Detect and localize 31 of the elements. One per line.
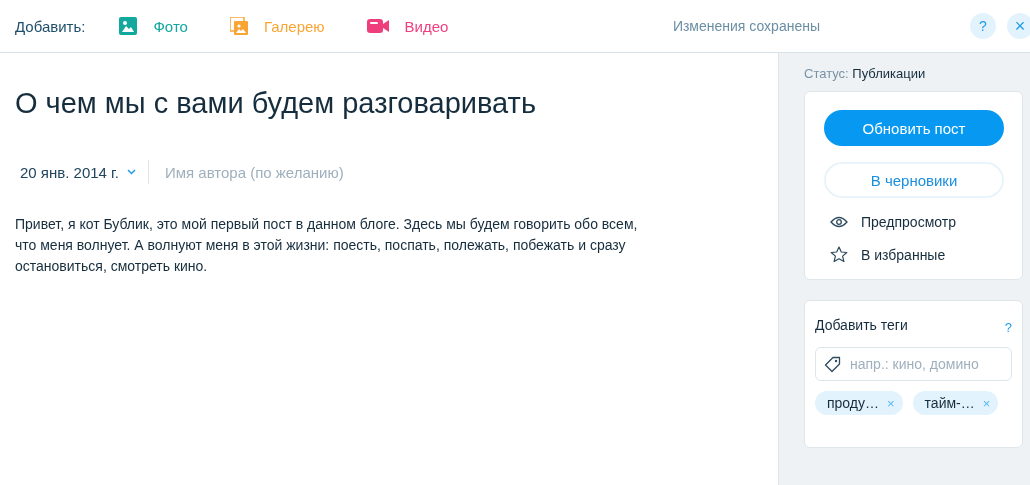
status-label: Статус:: [804, 66, 849, 81]
tag-input-field[interactable]: напр.: кино, домино: [815, 347, 1012, 381]
image-icon: [119, 17, 138, 35]
post-body[interactable]: Привет, я кот Бублик, это мой первый пост в данном блоге. Здесь мы будем говорить обо всем, что меня волнует. А волнуют меня в этой жизни: поесть, поспать, полежать, побежать и сразу остановиться, смотреть кино.: [15, 214, 640, 277]
caret-icon: [126, 169, 136, 175]
tag-label: проду…: [827, 395, 879, 411]
help-button[interactable]: ?: [970, 13, 996, 39]
status-value: Публикации: [852, 66, 926, 81]
tags-title: Добавить теги: [815, 317, 908, 335]
tag-chip[interactable]: тайм-… ×: [912, 391, 999, 415]
action-link[interactable]: В избранные: [824, 238, 952, 271]
post-title[interactable]: О чем мы с вами будем разговаривать: [15, 87, 763, 120]
update-post-button[interactable]: Обновить пост: [824, 110, 1004, 146]
draft-button[interactable]: В черновики: [824, 162, 1004, 198]
add-media-button[interactable]: Видео: [366, 17, 449, 35]
tag-label: тайм-…: [924, 395, 975, 411]
add-media-button[interactable]: Фото: [119, 17, 188, 35]
remove-tag-button[interactable]: ×: [982, 395, 991, 411]
video-camera-icon: [366, 19, 389, 33]
gallery-icon: [229, 17, 248, 35]
date-dropdown[interactable]: 20 янв. 2014 г.: [15, 160, 149, 184]
save-status: Изменения сохранены: [672, 18, 820, 34]
close-button[interactable]: ×: [1007, 13, 1030, 39]
action-link[interactable]: Предпросмотр: [824, 206, 962, 238]
add-media-button[interactable]: Галерею: [229, 17, 325, 35]
tag-chip[interactable]: проду… ×: [815, 391, 903, 415]
star-icon: [830, 246, 848, 263]
help-link[interactable]: ?: [1004, 320, 1012, 335]
remove-tag-button[interactable]: ×: [887, 395, 895, 411]
eye-icon: [830, 216, 848, 228]
add-label: Добавить:: [15, 17, 86, 35]
